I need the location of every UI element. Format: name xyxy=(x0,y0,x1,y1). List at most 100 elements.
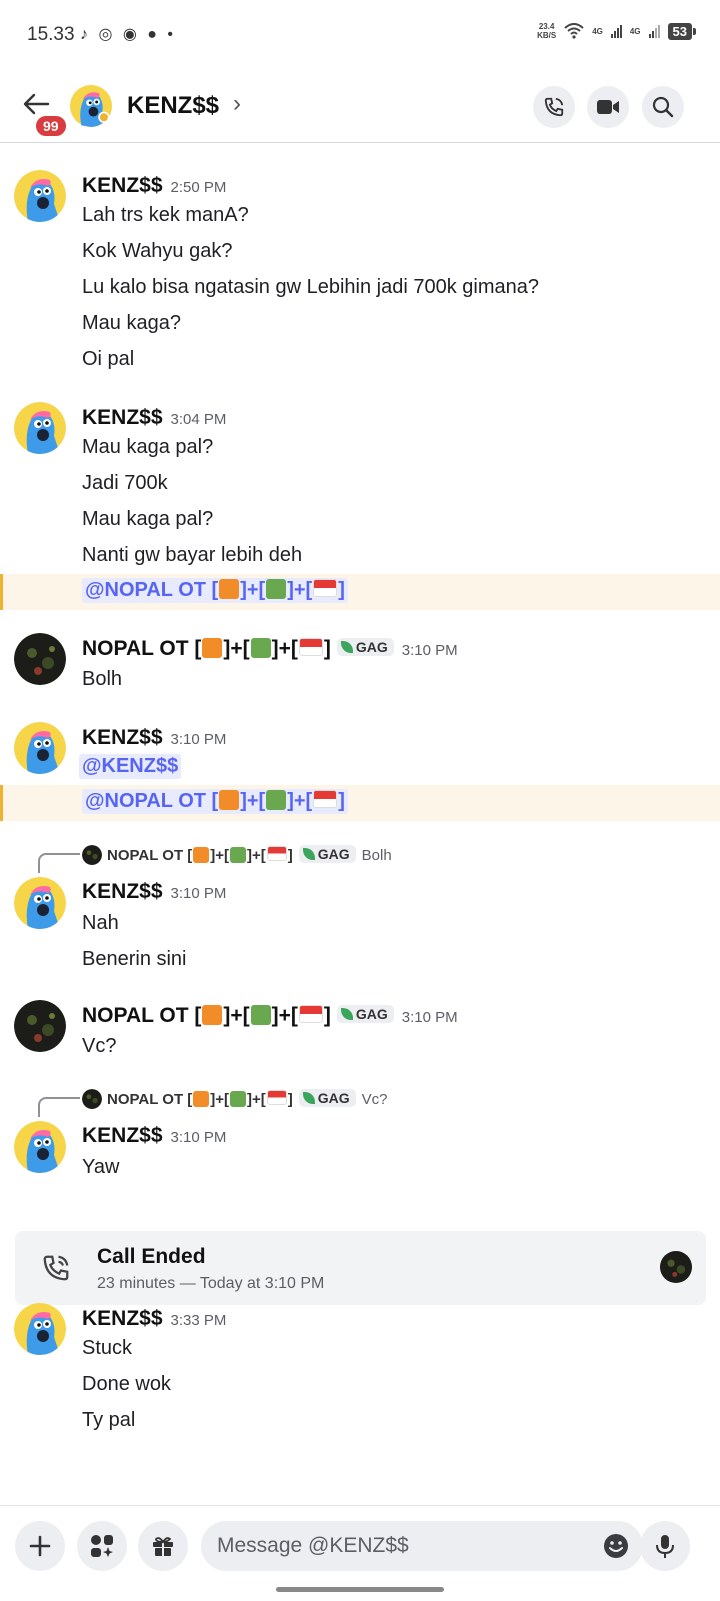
message-text: Yaw xyxy=(82,1156,120,1178)
signal-2-label: 4G xyxy=(629,26,641,36)
timestamp: 2:50 PM xyxy=(170,179,227,196)
avatar[interactable] xyxy=(14,633,66,685)
chat-header: 99 KENZ$$ › xyxy=(0,70,720,143)
user-mention[interactable]: @KENZ$$ xyxy=(79,754,182,779)
avatar[interactable] xyxy=(14,1303,66,1355)
home-indicator[interactable] xyxy=(276,1587,444,1592)
avatar xyxy=(660,1251,692,1283)
user-mention[interactable]: @NOPAL OT []+[]+[] xyxy=(82,578,348,603)
message-text: Vc? xyxy=(82,1035,117,1057)
message-text: Stuck xyxy=(82,1337,133,1359)
gift-button[interactable] xyxy=(138,1521,188,1571)
status-bar: 15.33 ♪ ◎ ◉ ● • 23.4 KB/S 4G 4G 53 xyxy=(0,0,720,70)
timestamp: 3:10 PM xyxy=(401,1009,458,1026)
author-name[interactable]: KENZ$$ 3:33 PM xyxy=(82,1307,226,1331)
network-speed: 23.4 KB/S xyxy=(537,22,557,40)
add-attachment-button[interactable] xyxy=(15,1521,65,1571)
timestamp: 3:10 PM xyxy=(401,642,458,659)
message-text: Bolh xyxy=(82,668,123,690)
message-text: Nah xyxy=(82,912,119,934)
plus-icon xyxy=(29,1535,51,1557)
avatar xyxy=(82,845,102,865)
search-icon xyxy=(652,96,674,118)
leaf-icon xyxy=(302,848,315,860)
message-text: Lah trs kek manA? xyxy=(82,204,249,226)
gift-icon xyxy=(153,1537,173,1556)
message-text: Jadi 700k xyxy=(82,472,168,494)
message-text: Oi pal xyxy=(82,348,135,370)
reply-connector xyxy=(38,1097,80,1117)
timestamp: 3:33 PM xyxy=(170,1312,227,1329)
author-name[interactable]: KENZ$$ 3:10 PM xyxy=(82,880,226,904)
reply-preview[interactable]: NOPAL OT []+[]+[] GAG Bolh xyxy=(82,845,392,865)
author-name[interactable]: KENZ$$ 3:10 PM xyxy=(82,1124,226,1148)
battery-icon: 53 xyxy=(667,22,697,40)
author-name[interactable]: NOPAL OT []+[]+[] GAG 3:10 PM xyxy=(82,637,458,661)
author-name[interactable]: NOPAL OT []+[]+[] GAG 3:10 PM xyxy=(82,1004,458,1028)
message-input-placeholder: Message @KENZ$$ xyxy=(217,1534,409,1557)
wifi-icon xyxy=(564,23,584,39)
message-text: Benerin sini xyxy=(82,948,187,970)
author-name[interactable]: KENZ$$ 3:04 PM xyxy=(82,406,226,430)
avatar[interactable] xyxy=(14,722,66,774)
avatar[interactable] xyxy=(14,402,66,454)
message-text: Kok Wahyu gak? xyxy=(82,240,233,262)
message-text: Mau kaga pal? xyxy=(82,508,214,530)
message-text: Mau kaga pal? xyxy=(82,436,214,458)
timestamp: 3:10 PM xyxy=(170,731,227,748)
server-tag[interactable]: GAG xyxy=(336,1005,394,1023)
server-tag: GAG xyxy=(298,1089,356,1107)
unread-badge: 99 xyxy=(34,114,68,138)
timestamp: 3:10 PM xyxy=(170,885,227,902)
server-tag: GAG xyxy=(298,845,356,863)
server-tag[interactable]: GAG xyxy=(336,638,394,656)
message-text: Nanti gw bayar lebih deh xyxy=(82,544,303,566)
avatar[interactable] xyxy=(70,85,112,127)
message-text: Mau kaga? xyxy=(82,312,181,334)
reply-preview[interactable]: NOPAL OT []+[]+[] GAG Vc? xyxy=(82,1089,388,1109)
leaf-icon xyxy=(340,1008,353,1020)
apps-icon xyxy=(91,1535,113,1557)
voice-call-button[interactable] xyxy=(533,86,575,128)
phone-icon xyxy=(544,97,564,117)
reply-connector xyxy=(38,853,80,873)
video-camera-icon xyxy=(597,100,619,114)
video-call-button[interactable] xyxy=(587,86,629,128)
leaf-icon xyxy=(340,641,353,653)
author-name[interactable]: KENZ$$ 2:50 PM xyxy=(82,174,226,198)
timestamp: 3:10 PM xyxy=(170,1129,227,1146)
mention-highlight: @NOPAL OT []+[]+[] xyxy=(0,785,720,821)
leaf-icon xyxy=(302,1092,315,1104)
microphone-icon xyxy=(656,1535,674,1558)
signal-1-label: 4G xyxy=(592,26,603,36)
page-title[interactable]: KENZ$$ xyxy=(127,92,219,120)
voice-message-button[interactable] xyxy=(640,1521,690,1571)
avatar[interactable] xyxy=(14,170,66,222)
phone-icon xyxy=(43,1255,69,1281)
author-name[interactable]: KENZ$$ 3:10 PM xyxy=(82,726,226,750)
avatar[interactable] xyxy=(14,877,66,929)
user-mention[interactable]: @NOPAL OT []+[]+[] xyxy=(82,789,348,814)
search-button[interactable] xyxy=(642,86,684,128)
emoji-icon[interactable] xyxy=(603,1533,629,1559)
status-right: 23.4 KB/S 4G 4G 53 xyxy=(537,22,697,40)
status-time: 15.33 xyxy=(27,24,75,45)
chevron-right-icon[interactable]: › xyxy=(233,90,241,118)
call-ended-card[interactable]: Call Ended 23 minutes — Today at 3:10 PM xyxy=(15,1231,706,1305)
message-input[interactable]: Message @KENZ$$ xyxy=(201,1521,643,1571)
avatar[interactable] xyxy=(14,1000,66,1052)
timestamp: 3:04 PM xyxy=(170,411,227,428)
back-arrow-icon[interactable] xyxy=(22,92,50,116)
notification-icons: ♪ ◎ ◉ ● • xyxy=(80,26,176,43)
message-text: Lu kalo bisa ngatasin gw Lebihin jadi 70… xyxy=(82,276,539,298)
call-title: Call Ended xyxy=(97,1245,206,1268)
signal-1-icon xyxy=(610,24,622,38)
mention-highlight: @NOPAL OT []+[]+[] xyxy=(0,574,720,610)
call-subtitle: 23 minutes — Today at 3:10 PM xyxy=(97,1275,325,1292)
message-text: Ty pal xyxy=(82,1409,136,1431)
avatar[interactable] xyxy=(14,1121,66,1173)
signal-2-icon xyxy=(648,24,660,38)
apps-button[interactable] xyxy=(77,1521,127,1571)
avatar xyxy=(82,1089,102,1109)
message-text: Done wok xyxy=(82,1373,171,1395)
